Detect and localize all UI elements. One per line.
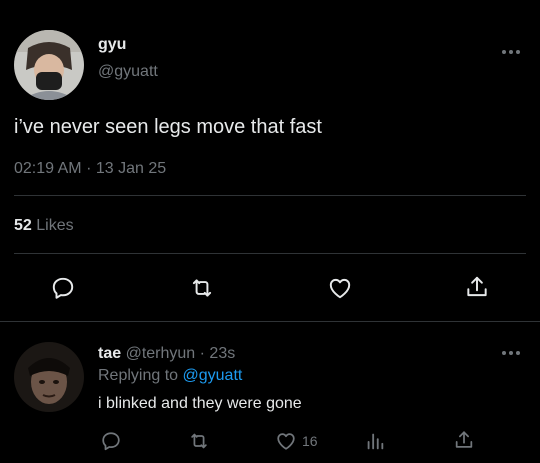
tweet-date: 13 Jan 25 [95, 160, 167, 177]
likes-label: Likes [36, 217, 74, 234]
reply-text: i blinked and they were gone [98, 395, 302, 412]
handle[interactable]: @terhyun [126, 345, 196, 362]
analytics-button[interactable] [362, 428, 388, 454]
retweet-button[interactable] [186, 428, 212, 454]
avatar-tae[interactable] [14, 342, 84, 412]
reply-button[interactable] [48, 273, 78, 303]
tweet-time: 02:19 AM [14, 160, 82, 177]
analytics-icon [367, 433, 384, 450]
share-button[interactable] [451, 427, 477, 453]
retweet-icon [192, 279, 212, 297]
avatar-gyu[interactable] [14, 30, 84, 100]
reply-age: 23s [209, 345, 236, 362]
replying-to-link[interactable]: @gyuatt [183, 367, 243, 384]
reply-button[interactable] [98, 428, 124, 454]
like-icon [329, 278, 351, 299]
more-icon[interactable] [502, 50, 520, 54]
reply-icon [102, 432, 120, 451]
like-count: 16 [302, 433, 318, 449]
divider [14, 253, 526, 254]
reply-header: tae @terhyun · 23s [98, 345, 235, 363]
handle[interactable]: @gyuatt [98, 63, 158, 81]
retweet-icon [191, 433, 207, 449]
likes-count: 52 [14, 217, 32, 234]
display-name[interactable]: gyu [98, 36, 126, 54]
like-button[interactable] [325, 273, 355, 303]
share-icon [467, 276, 487, 297]
replying-to: Replying to @gyuatt [98, 367, 242, 385]
reply-icon [52, 277, 74, 299]
retweet-button[interactable] [187, 273, 217, 303]
timestamp-separator: · [86, 160, 92, 177]
tweet-timestamp: 02:19 AM · 13 Jan 25 [14, 160, 166, 178]
share-icon [455, 431, 473, 448]
more-icon[interactable] [502, 351, 520, 355]
header-separator: · [199, 345, 205, 362]
divider [14, 195, 526, 196]
like-icon [277, 433, 295, 450]
divider [0, 321, 540, 322]
display-name[interactable]: tae [98, 345, 121, 362]
share-button[interactable] [462, 272, 492, 302]
tweet-text: i’ve never seen legs move that fast [14, 116, 322, 138]
likes-stat[interactable]: 52 Likes [14, 217, 74, 235]
replying-prefix: Replying to [98, 367, 179, 384]
like-button[interactable]: 16 [274, 428, 318, 454]
